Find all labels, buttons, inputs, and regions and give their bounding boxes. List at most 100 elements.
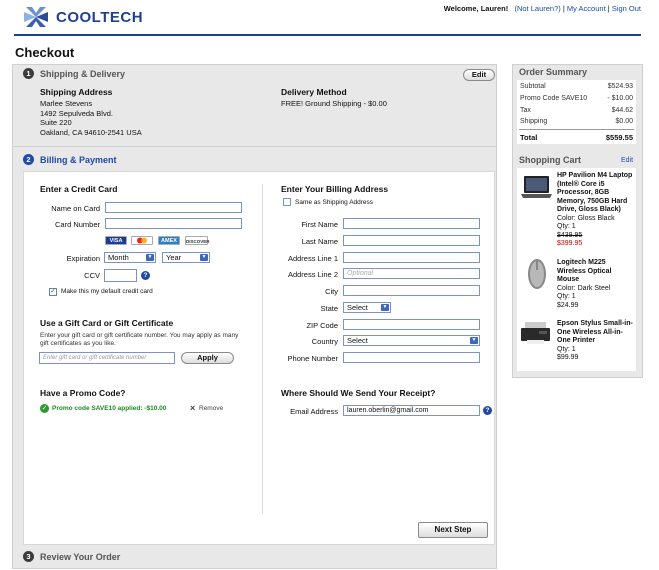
laptop-thumbnail[interactable] (520, 174, 553, 202)
cart-item-price: $399.95 (557, 240, 583, 247)
cart-item-name[interactable]: Logitech M225 Wireless Optical Mouse (557, 259, 635, 285)
printer-thumbnail[interactable] (519, 320, 552, 346)
my-account-link[interactable]: My Account (567, 4, 606, 13)
card-number-input[interactable] (105, 218, 242, 229)
address-line: Suite 220 (40, 118, 72, 127)
chevron-down-icon: ▼ (200, 254, 208, 261)
header-rule (14, 34, 641, 36)
state-label: State (320, 304, 338, 313)
column-divider (262, 184, 263, 514)
discover-icon: DISCOVER (185, 236, 210, 245)
next-step-button[interactable]: Next Step (418, 522, 488, 538)
divider (13, 146, 496, 147)
address-line-1-input[interactable] (343, 252, 480, 263)
cart-item-qty: Qty: 1 (557, 293, 576, 300)
last-name-label: Last Name (301, 237, 338, 246)
expiration-month-select[interactable]: Month ▼ (104, 252, 156, 263)
address-line: Oakland, CA 94610-2541 USA (40, 127, 142, 137)
promo-applied-text: Promo code SAVE10 applied: -$10.00 (52, 405, 167, 412)
sign-out-link[interactable]: Sign Out (612, 4, 641, 13)
not-user-link[interactable]: (Not Lauren?) (514, 4, 560, 13)
ccv-label: CCV (84, 271, 100, 280)
order-summary-title: Order Summary (519, 67, 588, 77)
step-3-title: Review Your Order (40, 552, 121, 562)
zip-code-input[interactable] (343, 319, 480, 330)
cart-item-qty: Qty: 1 (557, 345, 576, 353)
summary-value: $0.00 (615, 118, 633, 125)
mouse-thumbnail[interactable] (526, 258, 548, 291)
step-2-title: Billing & Payment (40, 155, 117, 165)
user-bar: Welcome, Lauren! (Not Lauren?) | My Acco… (444, 4, 641, 13)
cart-item-name[interactable]: Epson Stylus Small-in-One Wireless All-i… (557, 320, 635, 346)
page-title: Checkout (15, 45, 75, 60)
logo-icon[interactable] (22, 4, 50, 30)
first-name-input[interactable] (343, 218, 480, 229)
default-card-checkbox[interactable]: ✓ (49, 288, 57, 296)
country-select[interactable]: Select ▼ (343, 335, 480, 346)
last-name-input[interactable] (343, 235, 480, 246)
cart-item-name[interactable]: HP Pavilion M4 Laptop (Intel® Core i5 Pr… (557, 172, 635, 215)
summary-value: $524.93 (607, 83, 633, 90)
year-value: Year (166, 253, 182, 262)
phone-number-label: Phone Number (287, 354, 338, 363)
phone-number-input[interactable] (343, 352, 480, 363)
shipping-address: Marlee Stevens 1492 Sepulveda Blvd. Suit… (40, 99, 142, 137)
step-2-number: 2 (23, 154, 34, 165)
divider (519, 129, 634, 130)
same-as-shipping-checkbox[interactable] (283, 198, 291, 206)
ccv-input[interactable] (104, 269, 137, 282)
chevron-down-icon: ▼ (381, 304, 389, 311)
email-label: Email Address (290, 407, 338, 416)
address-line-2-input[interactable]: Optional (343, 268, 480, 279)
state-value: Select (347, 303, 368, 312)
email-input[interactable]: lauren.oberlin@gmail.com (343, 405, 480, 416)
address-line-2-label: Address Line 2 (287, 270, 338, 279)
summary-value: $44.62 (611, 107, 633, 114)
cart-item-qty: Qty: 1 (557, 223, 576, 230)
name-on-card-label: Name on Card (51, 204, 100, 213)
credit-card-heading: Enter a Credit Card (40, 184, 118, 194)
gift-card-heading: Use a Gift Card or Gift Certificate (40, 318, 174, 328)
remove-promo-link[interactable]: Remove (199, 405, 223, 412)
address-line: Marlee Stevens (40, 99, 93, 108)
cart-item-color: Color: Gloss Black (557, 214, 615, 222)
expiration-year-select[interactable]: Year ▼ (162, 252, 210, 263)
check-icon: ✓ (40, 404, 49, 413)
cart-item: Epson Stylus Small-in-One Wireless All-i… (557, 320, 635, 363)
step-3-number: 3 (23, 551, 34, 562)
summary-value: - $10.00 (607, 95, 633, 102)
receipt-heading: Where Should We Send Your Receipt? (281, 388, 436, 398)
step-1-title: Shipping & Delivery (40, 69, 126, 79)
delivery-method-heading: Delivery Method (281, 87, 347, 97)
edit-shipping-button[interactable]: Edit (463, 69, 495, 81)
total-value: $559.55 (605, 133, 633, 142)
cart-item: Logitech M225 Wireless Optical Mouse Col… (557, 259, 635, 310)
state-select[interactable]: Select ▼ (343, 302, 391, 313)
cart-item-price: $99.99 (557, 354, 579, 361)
cart-item: HP Pavilion M4 Laptop (Intel® Core i5 Pr… (557, 172, 635, 249)
step-1-number: 1 (23, 68, 34, 79)
promo-heading: Have a Promo Code? (40, 388, 126, 398)
name-on-card-input[interactable] (105, 202, 242, 213)
summary-label: Shipping (520, 118, 548, 125)
remove-icon[interactable]: × (190, 403, 195, 413)
gift-card-input[interactable]: Enter gift card or gift certificate numb… (39, 352, 175, 364)
first-name-label: First Name (301, 220, 338, 229)
mastercard-icon (131, 236, 153, 245)
city-label: City (325, 287, 338, 296)
country-value: Select (347, 336, 368, 345)
same-as-shipping-label: Same as Shipping Address (295, 199, 374, 206)
default-card-label: Make this my default credit card (61, 288, 153, 295)
welcome-text: Welcome, Lauren! (443, 4, 509, 13)
summary-label: Tax (520, 107, 531, 114)
email-help-icon[interactable]: ? (483, 406, 492, 415)
city-input[interactable] (343, 285, 480, 296)
brand-name: COOLTECH (56, 9, 144, 26)
shipping-address-heading: Shipping Address (40, 87, 113, 97)
chevron-down-icon: ▼ (470, 337, 478, 344)
address-line: 1492 Sepulveda Blvd. (40, 108, 113, 118)
address-line-1-label: Address Line 1 (287, 254, 338, 263)
edit-cart-link[interactable]: Edit (621, 157, 633, 164)
apply-gift-card-button[interactable]: Apply (181, 352, 234, 364)
ccv-help-icon[interactable]: ? (141, 271, 150, 280)
